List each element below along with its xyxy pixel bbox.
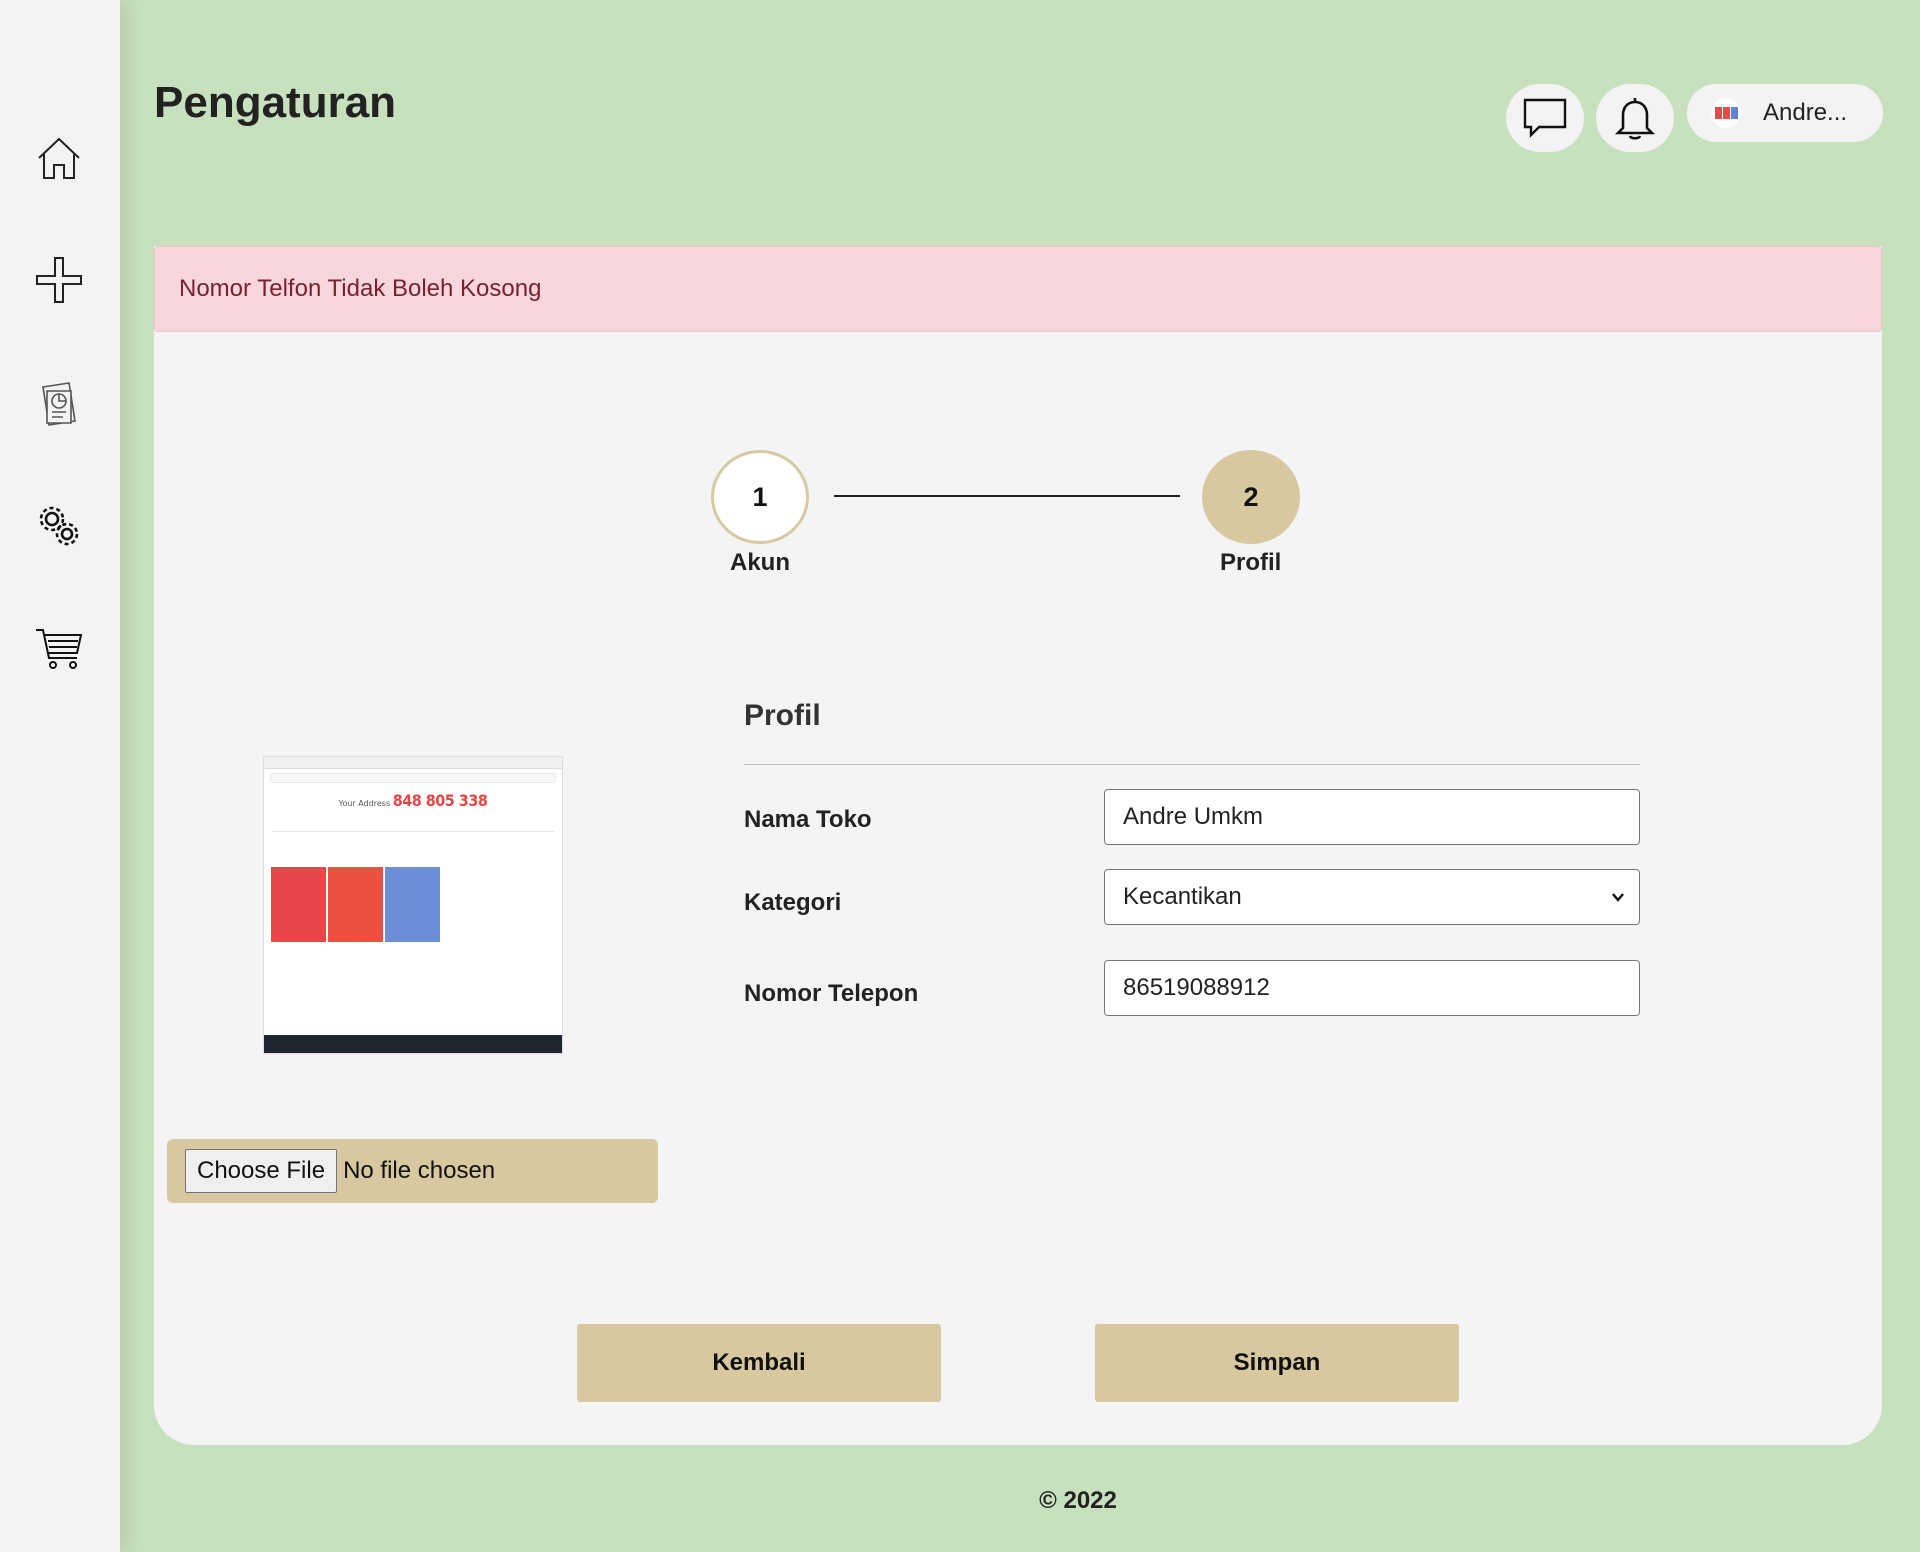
- step-1-number: 1: [752, 481, 768, 512]
- user-name: Andre...: [1763, 99, 1848, 126]
- user-menu[interactable]: Andre...: [1687, 84, 1883, 142]
- chat-button[interactable]: [1506, 84, 1584, 152]
- back-button[interactable]: Kembali: [577, 1324, 941, 1402]
- step-2-label: Profil: [1220, 549, 1282, 576]
- chevron-down-icon: [1612, 893, 1624, 902]
- category-label: Kategori: [744, 889, 842, 916]
- report-icon: [42, 382, 76, 426]
- save-button[interactable]: Simpan: [1095, 1324, 1459, 1402]
- footer: © 2022: [0, 1487, 1920, 1515]
- form-title: Profil: [744, 699, 821, 732]
- sidebar: [0, 0, 120, 1552]
- plus-icon: [36, 257, 82, 303]
- bell-icon: [1614, 98, 1656, 140]
- step-1-circle: 1: [711, 450, 809, 544]
- category-value: Kecantikan: [1123, 883, 1242, 910]
- chat-icon: [1523, 98, 1567, 138]
- cart-icon: [36, 629, 83, 669]
- gears-icon: [39, 506, 79, 546]
- store-name-input[interactable]: Andre Umkm: [1104, 789, 1640, 845]
- choose-file-button[interactable]: Choose File: [185, 1149, 338, 1193]
- preview-address-number: 848 805 338: [392, 791, 488, 810]
- store-name-value: Andre Umkm: [1123, 803, 1264, 830]
- step-1-label: Akun: [730, 549, 790, 576]
- sidebar-item-reports[interactable]: [30, 374, 88, 432]
- home-icon: [38, 137, 80, 179]
- file-status: No file chosen: [343, 1157, 496, 1184]
- file-upload: Choose File No file chosen: [167, 1139, 658, 1203]
- phone-value: 86519088912: [1123, 974, 1270, 1001]
- avatar: [1711, 98, 1741, 128]
- step-2-number: 2: [1243, 481, 1259, 512]
- profile-image-preview: Your Address 848 805 338: [263, 756, 563, 1054]
- sidebar-item-cart[interactable]: [30, 619, 88, 677]
- phone-label: Nomor Telepon: [744, 980, 919, 1007]
- step-2-circle: 2: [1202, 450, 1300, 544]
- phone-input[interactable]: 86519088912: [1104, 960, 1640, 1016]
- category-select[interactable]: Kecantikan: [1104, 869, 1640, 925]
- form-divider: [744, 764, 1640, 765]
- store-name-label: Nama Toko: [744, 806, 872, 833]
- settings-card: Nomor Telfon Tidak Boleh Kosong 1 2 Akun…: [154, 246, 1882, 1445]
- error-alert: Nomor Telfon Tidak Boleh Kosong: [154, 246, 1882, 332]
- sidebar-item-add[interactable]: [30, 251, 88, 309]
- preview-address: Your Address 848 805 338: [338, 791, 488, 810]
- page-title: Pengaturan: [154, 78, 397, 127]
- notification-button[interactable]: [1596, 84, 1674, 152]
- alert-message: Nomor Telfon Tidak Boleh Kosong: [179, 275, 542, 302]
- sidebar-item-home[interactable]: [30, 130, 88, 188]
- sidebar-item-settings[interactable]: [30, 497, 88, 555]
- step-connector: [834, 495, 1180, 497]
- copyright: © 2022: [1039, 1487, 1117, 1514]
